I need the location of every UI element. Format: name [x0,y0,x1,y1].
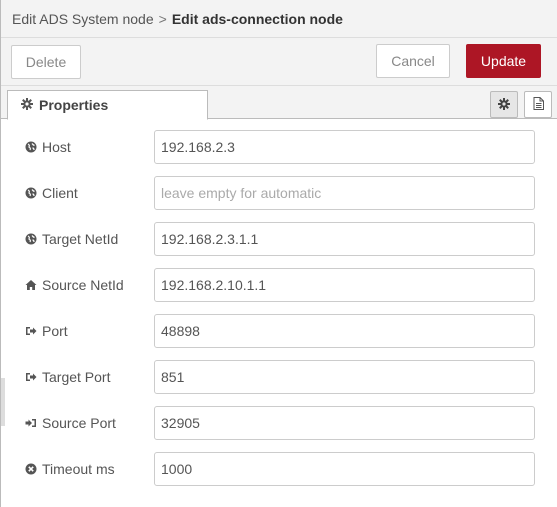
target-netid-input[interactable] [154,222,535,256]
source-port-label-text: Source Port [42,415,116,431]
times-circle-icon [25,463,37,475]
cog-icon [21,97,33,113]
target-port-input[interactable] [154,360,535,394]
tab-bar: Properties [1,86,557,120]
client-input[interactable] [154,176,535,210]
form-row-client: Client [1,176,557,210]
node-docs-button[interactable] [524,91,552,118]
form-row-target-port: Target Port [1,360,557,394]
port-label-text: Port [42,323,68,339]
target-port-label: Target Port [25,360,110,394]
tab-properties[interactable]: Properties [7,90,208,120]
tray-toolbar: Delete Cancel Update [1,38,557,86]
timeout-label: Timeout ms [25,452,115,486]
form-row-host: Host [1,130,557,164]
host-label: Host [25,130,71,164]
port-label: Port [25,314,68,348]
source-netid-input[interactable] [154,268,535,302]
host-label-text: Host [42,139,71,155]
port-input[interactable] [154,314,535,348]
target-netid-label: Target NetId [25,222,118,256]
cancel-button[interactable]: Cancel [376,44,450,78]
target-port-label-text: Target Port [42,369,111,385]
globe-icon [25,233,37,245]
form-row-port: Port [1,314,557,348]
host-input[interactable] [154,130,535,164]
cog-icon [498,97,510,113]
update-button[interactable]: Update [466,44,541,78]
globe-icon [25,187,37,199]
form-row-source-port: Source Port [1,406,557,440]
breadcrumb: Edit ADS System node > Edit ads-connecti… [1,0,557,38]
breadcrumb-parent[interactable]: Edit ADS System node [12,11,154,27]
source-port-input[interactable] [154,406,535,440]
client-label: Client [25,176,78,210]
home-icon [25,279,37,291]
breadcrumb-separator: > [158,10,167,27]
globe-icon [25,141,37,153]
file-text-icon [533,96,544,113]
source-netid-label-text: Source NetId [42,277,124,293]
delete-button[interactable]: Delete [11,45,81,79]
form-row-source-netid: Source NetId [1,268,557,302]
node-settings-button[interactable] [490,91,518,118]
timeout-label-text: Timeout ms [42,461,115,477]
sign-in-icon [25,417,37,429]
edit-tray: Edit ADS System node > Edit ads-connecti… [0,0,557,507]
timeout-input[interactable] [154,452,535,486]
breadcrumb-current: Edit ads-connection node [171,10,343,27]
tab-properties-label: Properties [39,97,109,113]
sign-out-icon [25,325,37,337]
source-port-label: Source Port [25,406,116,440]
tray-resize-handle[interactable] [1,378,5,426]
source-netid-label: Source NetId [25,268,124,302]
target-netid-label-text: Target NetId [42,231,119,247]
form-row-timeout: Timeout ms [1,452,557,486]
sign-out-icon [25,371,37,383]
form-row-target-netid: Target NetId [1,222,557,256]
client-label-text: Client [42,185,78,201]
